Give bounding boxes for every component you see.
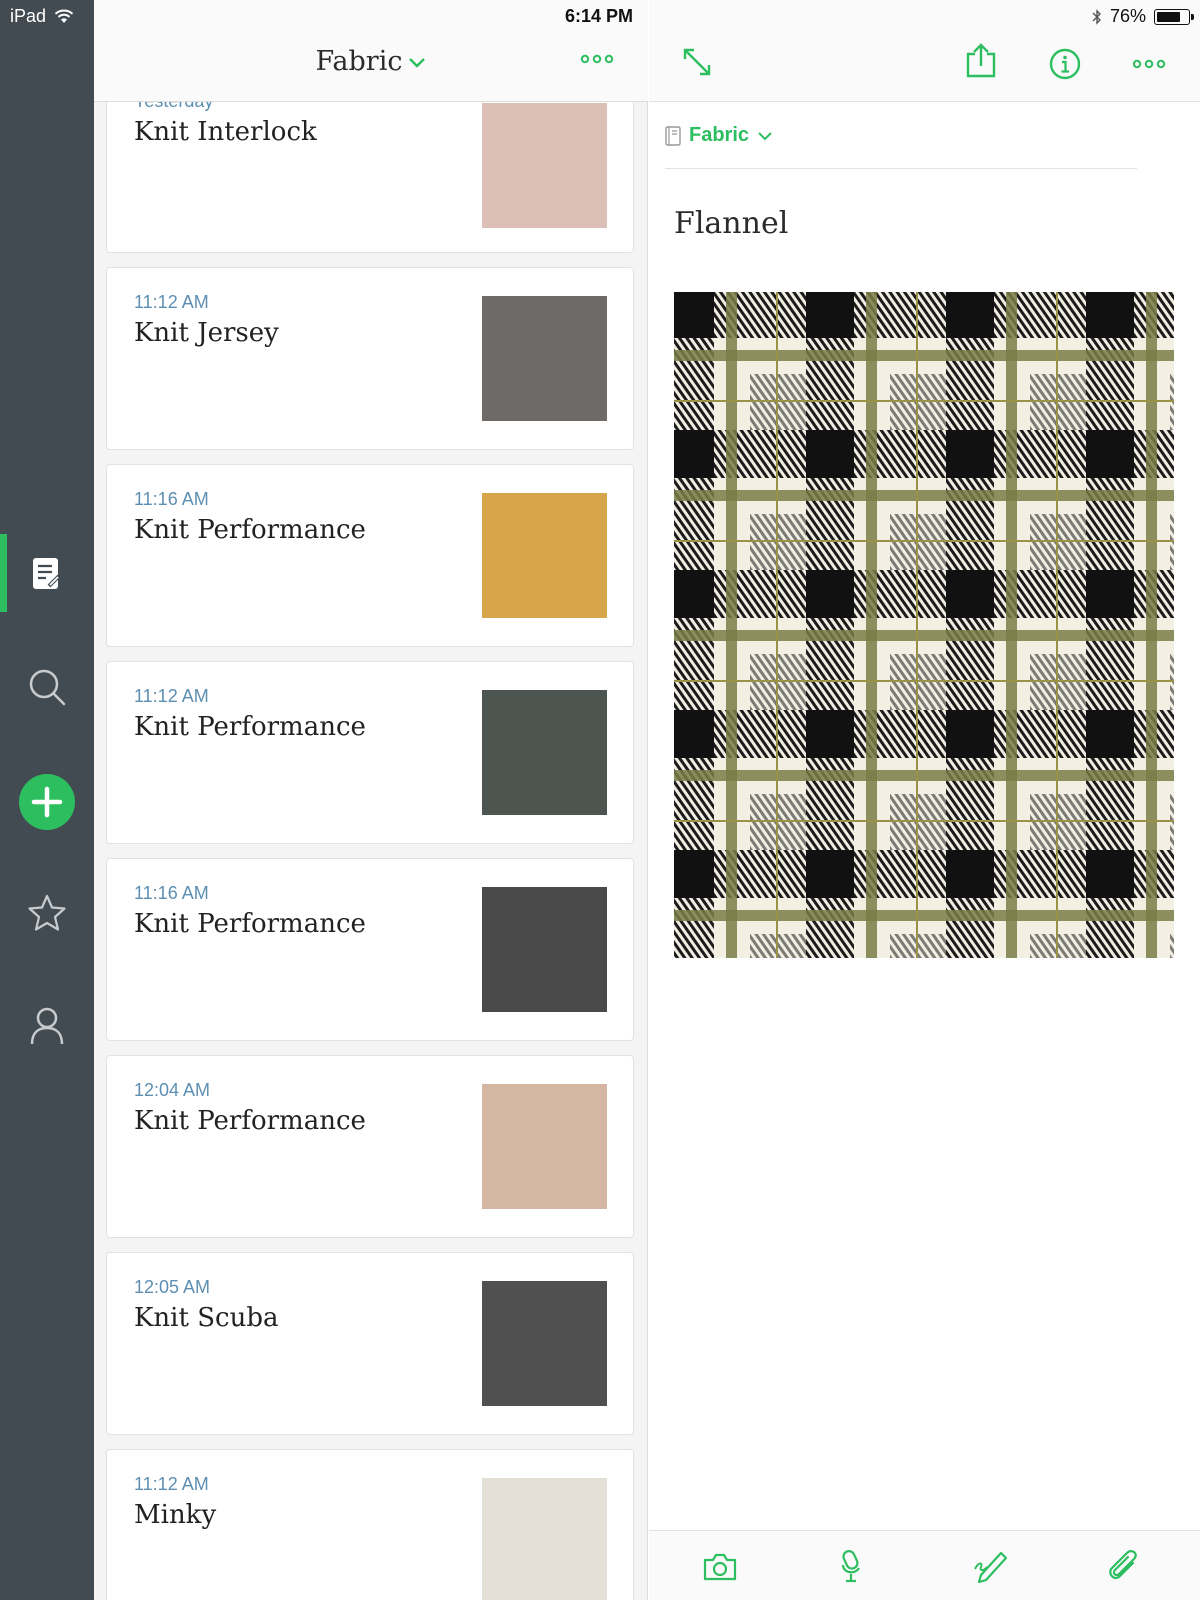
bluetooth-icon [1092,8,1101,25]
notebook-title: Fabric [315,46,403,77]
note-title: Knit Jersey [134,318,279,348]
note-title: Knit Scuba [134,1303,279,1333]
note-heading[interactable]: Flannel [674,206,788,241]
status-time: 6:14 PM [565,6,634,26]
note-card[interactable]: 11:16 AM Knit Performance [106,858,634,1041]
new-note-button[interactable] [19,774,75,830]
note-card[interactable]: 11:16 AM Knit Performance [106,464,634,647]
note-card[interactable]: 11:12 AM Knit Jersey [106,267,634,450]
note-toolbar [649,1530,1200,1600]
more-options-icon[interactable] [1132,59,1166,69]
note-notebook-label: Fabric [689,124,750,146]
note-date: 12:05 AM [134,1277,211,1297]
note-date: 11:12 AM [134,1474,209,1494]
share-icon[interactable] [965,42,997,78]
search-icon [29,669,66,706]
note-thumbnail [482,1084,607,1209]
sidebar-item-shortcuts[interactable] [0,873,94,953]
note-card[interactable]: 12:05 AM Knit Scuba [106,1252,634,1435]
note-title: Knit Performance [134,515,366,545]
plus-icon [31,786,63,818]
note-thumbnail [482,103,607,228]
note-card[interactable]: Yesterday Knit Interlock [106,102,634,253]
note-thumbnail [482,690,607,815]
battery-level [1157,11,1180,22]
plaid-fabric-image[interactable] [674,292,1174,958]
note-list[interactable]: Yesterday Knit Interlock 11:12 AM Knit J… [94,102,648,1600]
notebook-selector[interactable]: Fabric [94,46,648,77]
sidebar-item-account[interactable] [0,986,94,1066]
note-thumbnail [482,1281,607,1406]
note-date: 11:12 AM [134,292,209,312]
note-card[interactable]: 12:04 AM Knit Performance [106,1055,634,1238]
more-options-icon[interactable] [580,54,614,64]
wifi-icon [54,9,74,23]
note-date: 11:16 AM [134,883,209,903]
note-title: Knit Performance [134,712,366,742]
note-title: Minky [134,1500,217,1530]
note-thumbnail [482,493,607,618]
expand-icon[interactable] [681,46,713,78]
note-date: 11:12 AM [134,686,209,706]
info-icon[interactable] [1049,48,1081,80]
note-thumbnail [482,887,607,1012]
note-notebook-selector[interactable]: Fabric [665,124,773,147]
note-detail-pane: Fabric Flannel [649,0,1200,1600]
note-card[interactable]: 11:12 AM Knit Performance [106,661,634,844]
note-list-pane: Fabric Yesterday Knit Interlock 11:12 AM… [94,0,648,1600]
device-label: iPad [10,6,47,26]
notes-icon [33,558,61,589]
note-card[interactable]: 11:12 AM Minky [106,1449,634,1600]
sidebar-item-notes[interactable] [0,534,94,614]
note-thumbnail [482,296,607,421]
star-icon [28,894,66,931]
note-date: Yesterday [134,102,213,112]
person-icon [30,1007,64,1045]
sketch-icon[interactable] [973,1549,1009,1583]
note-title: Knit Performance [134,909,366,939]
note-date: 12:04 AM [134,1080,211,1100]
camera-icon[interactable] [703,1553,737,1581]
note-title: Knit Interlock [134,117,317,147]
battery-icon [1154,8,1194,25]
microphone-icon[interactable] [837,1549,867,1583]
notebook-icon [665,125,681,146]
chevron-down-icon [758,131,772,140]
chevron-down-icon [409,57,426,68]
divider [665,168,1137,169]
battery-percent: 76% [1109,6,1146,26]
note-title: Knit Performance [134,1106,366,1136]
sidebar-item-search[interactable] [0,647,94,727]
note-date: 11:16 AM [134,489,209,509]
note-thumbnail [482,1478,607,1600]
status-bar: iPad 6:14 PM 76% [0,0,1200,32]
sidebar [0,0,94,1600]
paperclip-icon[interactable] [1106,1549,1140,1583]
active-indicator [0,534,7,612]
